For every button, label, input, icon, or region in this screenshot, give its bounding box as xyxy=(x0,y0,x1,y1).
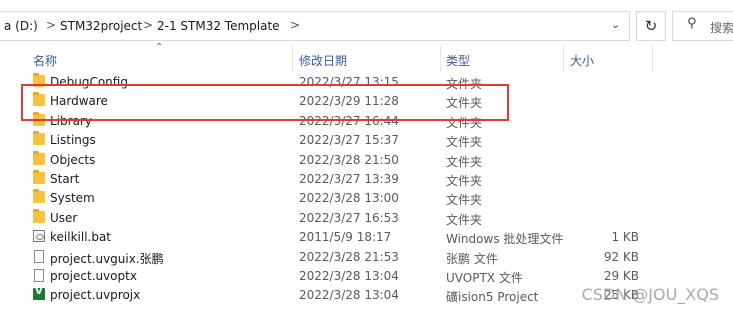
file-row[interactable]: User 2022/3/27 16:53 文件夹 xyxy=(0,208,733,227)
column-header: ⌃ 名称 修改日期 类型 大小 xyxy=(0,42,733,72)
file-type: Windows 批处理文件 xyxy=(446,232,564,247)
file-row[interactable]: Start 2022/3/27 13:39 文件夹 xyxy=(0,169,733,188)
file-name: Listings xyxy=(50,133,96,148)
file-type: 文件夹 xyxy=(446,193,483,208)
file-modified: 2011/5/9 18:17 xyxy=(299,230,392,245)
file-name: System xyxy=(50,191,95,206)
file-modified: 2022/3/28 13:00 xyxy=(299,191,399,206)
folder-icon xyxy=(33,189,45,204)
address-bar-row: a (D:) > STM32project > 2-1 STM32 Templa… xyxy=(0,0,733,48)
file-name: Objects xyxy=(50,152,96,167)
file-type: UVOPTX 文件 xyxy=(446,270,523,285)
file-size: 1 KB xyxy=(611,230,639,245)
document-icon xyxy=(34,249,44,263)
chevron-down-icon[interactable]: ⌄ xyxy=(611,18,620,31)
breadcrumb-drive[interactable]: a (D:) xyxy=(4,19,38,33)
folder-icon xyxy=(33,208,45,223)
search-icon: ⚲ xyxy=(687,16,697,31)
file-name: project.uvoptx xyxy=(50,268,137,283)
breadcrumb-separator[interactable]: > xyxy=(290,18,300,32)
file-name: project.uvguix.张鹏 xyxy=(50,251,164,266)
file-type: 张鹏 文件 xyxy=(446,251,498,266)
file-name: keilkill.bat xyxy=(50,230,112,245)
file-type: 文件夹 xyxy=(446,154,483,169)
search-input[interactable]: ⚲ 搜索" xyxy=(672,11,733,41)
column-divider[interactable] xyxy=(652,46,653,72)
file-name: User xyxy=(50,210,78,225)
file-name: project.uvprojx xyxy=(50,288,141,303)
column-divider[interactable] xyxy=(563,46,564,72)
breadcrumb-separator[interactable]: > xyxy=(46,18,56,32)
breadcrumb-separator[interactable]: > xyxy=(143,18,153,32)
file-row[interactable]: System 2022/3/28 13:00 文件夹 xyxy=(0,188,733,207)
file-row[interactable]: project.uvoptx 2022/3/28 13:04 UVOPTX 文件… xyxy=(0,266,733,285)
file-size: 29 KB xyxy=(603,268,639,283)
keil-project-icon xyxy=(33,286,45,301)
file-modified: 2022/3/27 16:53 xyxy=(299,210,399,225)
column-modified[interactable]: 修改日期 xyxy=(299,52,347,69)
file-row[interactable]: Listings 2022/3/27 15:37 文件夹 xyxy=(0,130,733,149)
batch-file-icon xyxy=(33,230,45,243)
column-type[interactable]: 类型 xyxy=(446,52,470,69)
column-divider[interactable] xyxy=(292,46,293,72)
sort-ascending-icon: ⌃ xyxy=(155,42,164,53)
breadcrumb-current-folder[interactable]: 2-1 STM32 Template xyxy=(157,19,280,33)
file-modified: 2022/3/27 13:39 xyxy=(299,171,399,186)
file-modified: 2022/3/28 21:53 xyxy=(299,249,399,264)
column-name[interactable]: 名称 xyxy=(33,52,57,69)
file-modified: 2022/3/28 21:50 xyxy=(299,152,399,167)
file-type: 礦ision5 Project xyxy=(446,290,539,305)
file-name: Start xyxy=(50,171,80,186)
file-row[interactable]: Objects 2022/3/28 21:50 文件夹 xyxy=(0,150,733,169)
file-type: 文件夹 xyxy=(446,212,483,227)
search-placeholder: 搜索" xyxy=(710,21,733,35)
refresh-button[interactable]: ↻ xyxy=(636,11,666,41)
file-type: 文件夹 xyxy=(446,173,483,188)
breadcrumb-stm32project[interactable]: STM32project xyxy=(60,19,142,33)
highlight-annotation-box xyxy=(21,84,509,121)
file-row[interactable]: project.uvguix.张鹏 2022/3/28 21:53 张鹏 文件 … xyxy=(0,247,733,266)
file-modified: 2022/3/28 13:04 xyxy=(299,288,399,303)
column-divider[interactable] xyxy=(440,46,441,72)
file-type: 文件夹 xyxy=(446,135,483,150)
folder-icon xyxy=(33,131,45,146)
document-icon xyxy=(34,268,44,282)
address-bar[interactable]: a (D:) > STM32project > 2-1 STM32 Templa… xyxy=(0,11,630,41)
file-modified: 2022/3/28 13:04 xyxy=(299,268,399,283)
csdn-watermark: CSDN @JOU_XQS xyxy=(581,285,719,304)
folder-icon xyxy=(33,169,45,184)
folder-icon xyxy=(33,150,45,165)
refresh-icon: ↻ xyxy=(644,17,658,35)
file-modified: 2022/3/27 15:37 xyxy=(299,133,399,148)
file-size: 92 KB xyxy=(603,249,639,264)
column-size[interactable]: 大小 xyxy=(570,52,594,69)
file-row[interactable]: keilkill.bat 2011/5/9 18:17 Windows 批处理文… xyxy=(0,227,733,246)
